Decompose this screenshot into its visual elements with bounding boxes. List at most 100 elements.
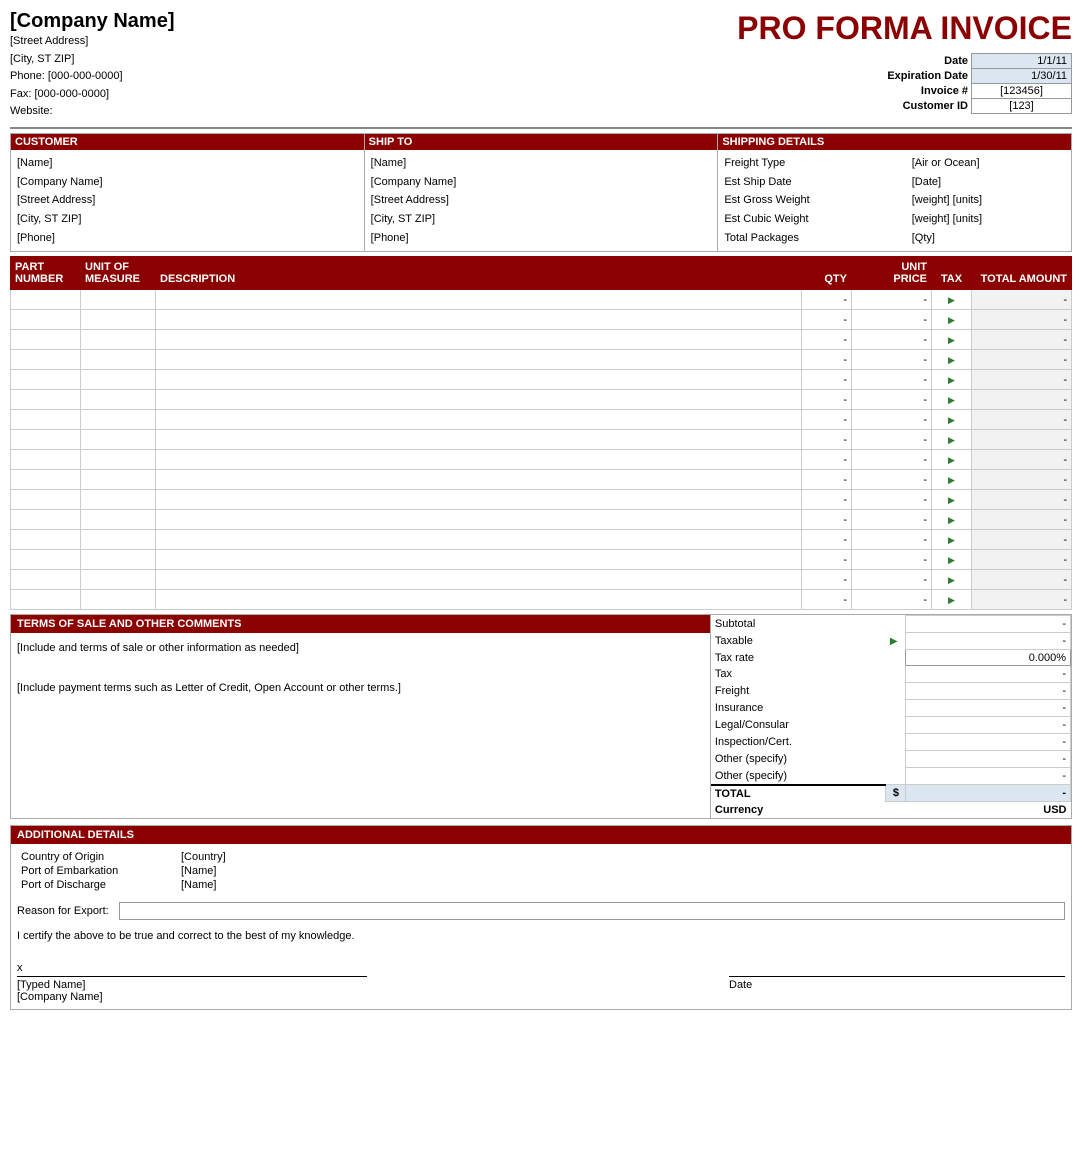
cell-desc bbox=[156, 470, 802, 490]
other2-value: - bbox=[906, 768, 1071, 785]
table-row: --▶- bbox=[11, 590, 1072, 610]
tax-rate-label: Tax rate bbox=[711, 650, 886, 666]
ship-street: [Street Address] bbox=[371, 191, 712, 210]
cell-unit bbox=[81, 410, 156, 430]
cell-qty: - bbox=[802, 390, 852, 410]
ship-to-box: SHIP TO [Name] [Company Name] [Street Ad… bbox=[365, 134, 719, 251]
cell-qty: - bbox=[802, 470, 852, 490]
th-total: TOTAL AMOUNT bbox=[972, 257, 1072, 290]
cell-total: - bbox=[972, 590, 1072, 610]
cell-desc bbox=[156, 390, 802, 410]
freight-label: Freight Type bbox=[724, 154, 911, 173]
cell-tax: ▶ bbox=[932, 290, 972, 310]
cell-tax: ▶ bbox=[932, 330, 972, 350]
terms-body: [Include and terms of sale or other info… bbox=[11, 633, 710, 704]
freight-value: [Air or Ocean] bbox=[912, 154, 1065, 173]
dollar-sign: $ bbox=[886, 785, 906, 802]
terms-line2: [Include payment terms such as Letter of… bbox=[17, 679, 704, 699]
gross-weight-label: Est Gross Weight bbox=[724, 191, 911, 210]
cell-price: - bbox=[852, 330, 932, 350]
additional-section: ADDITIONAL DETAILS Country of Origin [Co… bbox=[10, 825, 1072, 1010]
cell-desc bbox=[156, 410, 802, 430]
table-row: --▶- bbox=[11, 430, 1072, 450]
cell-desc bbox=[156, 430, 802, 450]
cell-unit bbox=[81, 330, 156, 350]
invoice-title: PRO FORMA INVOICE bbox=[737, 10, 1072, 47]
cell-tax: ▶ bbox=[932, 590, 972, 610]
customer-content: [Name] [Company Name] [Street Address] [… bbox=[17, 154, 358, 247]
tax-rate-value[interactable]: 0.000% bbox=[906, 650, 1071, 666]
totals-section: Subtotal - Taxable ▶ - Tax rate 0.000% T… bbox=[711, 614, 1072, 819]
cell-price: - bbox=[852, 290, 932, 310]
cell-price: - bbox=[852, 310, 932, 330]
invoice-meta: Date 1/1/11 Expiration Date 1/30/11 Invo… bbox=[737, 53, 1072, 114]
cell-qty: - bbox=[802, 290, 852, 310]
cell-tax: ▶ bbox=[932, 310, 972, 330]
cell-tax: ▶ bbox=[932, 370, 972, 390]
cell-unit bbox=[81, 510, 156, 530]
company-city: [City, ST ZIP] bbox=[10, 51, 737, 69]
invoice-num-label: Invoice # bbox=[884, 84, 971, 99]
customer-id-value: [123] bbox=[972, 99, 1072, 114]
cell-price: - bbox=[852, 370, 932, 390]
th-unit: UNIT OFMEASURE bbox=[81, 257, 156, 290]
cell-total: - bbox=[972, 430, 1072, 450]
origin-value: [Country] bbox=[177, 850, 230, 864]
cell-price: - bbox=[852, 430, 932, 450]
cell-qty: - bbox=[802, 450, 852, 470]
cell-tax: ▶ bbox=[932, 490, 972, 510]
cell-part bbox=[11, 590, 81, 610]
additional-header: ADDITIONAL DETAILS bbox=[11, 826, 1071, 844]
items-table: PARTNUMBER UNIT OFMEASURE DESCRIPTION QT… bbox=[10, 256, 1072, 610]
cell-price: - bbox=[852, 590, 932, 610]
cell-total: - bbox=[972, 550, 1072, 570]
ship-to-content: [Name] [Company Name] [Street Address] [… bbox=[371, 154, 712, 247]
currency-value: USD bbox=[906, 802, 1071, 819]
cell-desc bbox=[156, 590, 802, 610]
cell-qty: - bbox=[802, 410, 852, 430]
cell-tax: ▶ bbox=[932, 410, 972, 430]
table-row: --▶- bbox=[11, 310, 1072, 330]
cell-qty: - bbox=[802, 510, 852, 530]
other1-label: Other (specify) bbox=[711, 751, 886, 768]
cell-part bbox=[11, 430, 81, 450]
signature-block: x [Typed Name] [Company Name] bbox=[17, 962, 689, 1003]
customer-phone: [Phone] bbox=[17, 229, 358, 248]
cell-part bbox=[11, 370, 81, 390]
cell-price: - bbox=[852, 530, 932, 550]
customer-name: [Name] bbox=[17, 154, 358, 173]
cell-total: - bbox=[972, 570, 1072, 590]
cell-tax: ▶ bbox=[932, 430, 972, 450]
gross-weight-value: [weight] [units] bbox=[912, 191, 1065, 210]
terms-header: TERMS OF SALE AND OTHER COMMENTS bbox=[11, 615, 710, 633]
cell-tax: ▶ bbox=[932, 510, 972, 530]
cell-desc bbox=[156, 330, 802, 350]
packages-value: [Qty] bbox=[912, 229, 1065, 248]
company-details: [Street Address] [City, ST ZIP] Phone: [… bbox=[10, 33, 737, 121]
ship-date-label: Est Ship Date bbox=[724, 173, 911, 192]
cell-part bbox=[11, 290, 81, 310]
cell-total: - bbox=[972, 370, 1072, 390]
cell-part bbox=[11, 450, 81, 470]
freight-value: - bbox=[906, 683, 1071, 700]
cell-total: - bbox=[972, 530, 1072, 550]
inspection-value: - bbox=[906, 734, 1071, 751]
cell-total: - bbox=[972, 510, 1072, 530]
cell-price: - bbox=[852, 570, 932, 590]
port-dis-value: [Name] bbox=[177, 878, 230, 892]
cell-qty: - bbox=[802, 530, 852, 550]
reason-input[interactable] bbox=[119, 902, 1065, 920]
cell-total: - bbox=[972, 350, 1072, 370]
cell-part bbox=[11, 390, 81, 410]
cell-part bbox=[11, 530, 81, 550]
subtotal-label: Subtotal bbox=[711, 616, 886, 633]
cell-part bbox=[11, 470, 81, 490]
table-row: --▶- bbox=[11, 510, 1072, 530]
sig-date-label: Date bbox=[729, 979, 1065, 991]
date-block: Date bbox=[729, 962, 1065, 1003]
cell-total: - bbox=[972, 470, 1072, 490]
cell-part bbox=[11, 550, 81, 570]
table-row: --▶- bbox=[11, 530, 1072, 550]
header-section: [Company Name] [Street Address] [City, S… bbox=[10, 10, 1072, 129]
cell-unit bbox=[81, 530, 156, 550]
